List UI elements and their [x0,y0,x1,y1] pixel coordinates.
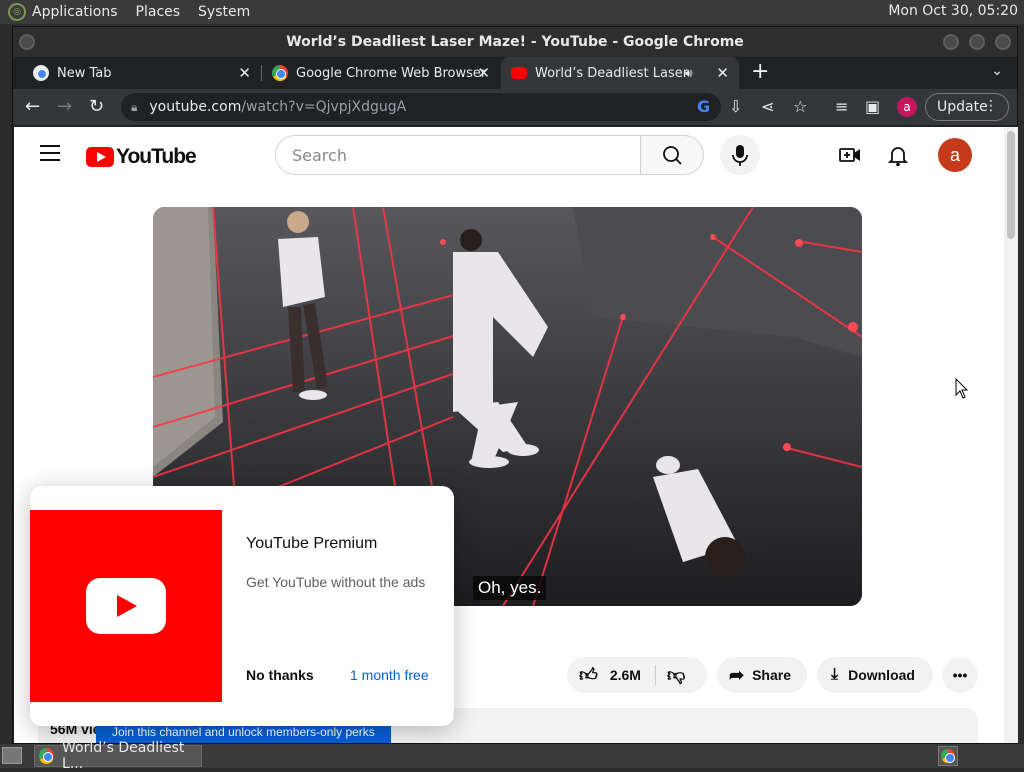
thumbs-down-icon[interactable]: 👎︎ [667,664,685,686]
hamburger-menu-icon[interactable] [40,145,60,166]
tab-label: New Tab [57,65,112,81]
page-scrollbar[interactable] [1004,127,1018,743]
chrome-logo-icon [33,65,49,81]
install-app-icon[interactable]: ⇩ [729,97,742,116]
workspace-switcher-icon[interactable] [938,746,958,766]
tab-strip: New Tab ✕ Google Chrome Web Browser ✕ Wo… [13,57,1017,89]
youtube-wordmark: YouTube [116,145,197,168]
search-button[interactable] [640,135,704,175]
youtube-play-icon [86,147,114,167]
share-icon[interactable]: ⋖ [761,97,774,116]
tab-search-chevron-icon[interactable]: ⌄ [991,63,1003,79]
close-tab-icon[interactable]: ✕ [477,64,490,82]
browser-toolbar: ← → ↻ 🔒︎ youtube.com/watch?v=QjvpjXdgugA… [13,89,1017,125]
download-icon: ⤓ [831,666,839,683]
download-label: Download [848,667,915,683]
one-month-free-button[interactable]: 1 month free [350,667,429,683]
side-panel-icon[interactable]: ▣ [865,97,880,116]
applications-menu[interactable]: Applications [32,4,118,20]
tab-label: World’s Deadliest Laser M [535,65,691,81]
chrome-window: World’s Deadliest Laser Maze! - YouTube … [12,26,1018,744]
scrollbar-thumb[interactable] [1007,131,1015,239]
google-lens-icon[interactable]: G [697,97,710,116]
youtube-premium-popup: YouTube Premium Get YouTube without the … [30,486,454,726]
omnibox[interactable]: 🔒︎ youtube.com/watch?v=QjvpjXdgugA [121,93,721,121]
new-tab-button[interactable]: + [751,61,769,83]
profile-avatar[interactable]: a [897,97,917,117]
close-tab-icon[interactable]: ✕ [716,64,729,82]
reload-icon[interactable]: ↻ [89,96,104,117]
like-count[interactable]: 2.6M [610,667,641,683]
like-divider [655,665,656,685]
thumbs-up-icon[interactable]: 👍︎ [579,664,598,686]
gnome-foot-icon[interactable]: ◎ [8,3,26,21]
window-titlebar[interactable]: World’s Deadliest Laser Maze! - YouTube … [13,27,1017,57]
share-arrow-icon: ➦ [729,664,745,685]
account-avatar[interactable]: a [938,138,972,172]
taskbar-window-label: World’s Deadliest L... [62,740,185,772]
show-desktop-icon[interactable] [2,747,22,764]
notifications-bell-icon[interactable] [886,143,910,167]
kebab-menu-icon[interactable]: ⋮ [984,98,998,114]
youtube-play-button-icon [86,578,166,634]
window-menu-button[interactable] [19,34,35,50]
download-button[interactable]: ⤓ Download [817,657,933,693]
speaker-icon[interactable]: 🔊︎ [685,66,693,81]
update-label: Update [937,99,988,115]
video-caption: Oh, yes. [473,576,547,600]
mouse-pointer-icon [955,378,969,399]
search-input[interactable]: Search [275,135,641,175]
url-text[interactable]: youtube.com/watch?v=QjvpjXdgugA [149,99,406,115]
tab-google-chrome-web-browser[interactable]: Google Chrome Web Browser ✕ [262,57,500,89]
microphone-icon [732,145,748,166]
premium-artwork [30,510,222,702]
chrome-logo-icon [272,65,288,81]
lock-icon[interactable]: 🔒︎ [131,100,137,115]
tab-new-tab[interactable]: New Tab ✕ [23,57,261,89]
create-video-icon[interactable] [838,143,862,167]
more-horizontal-icon: ••• [952,667,968,683]
update-button[interactable]: Update ⋮ [925,93,1009,121]
forward-arrow-icon[interactable]: → [57,96,72,117]
popup-title: YouTube Premium [246,535,378,552]
youtube-icon [511,67,527,79]
search-icon [663,146,682,165]
more-actions-button[interactable]: ••• [942,657,978,693]
chrome-logo-icon [941,749,955,763]
system-menu[interactable]: System [198,4,250,20]
back-arrow-icon[interactable]: ← [25,96,40,117]
share-button[interactable]: ➦ Share [717,657,807,693]
minimize-button[interactable] [943,34,959,50]
bottom-taskbar: World’s Deadliest L... [0,740,1024,772]
like-dislike-group: 👍︎ 2.6M 👎︎ [567,657,707,693]
close-window-button[interactable] [995,34,1011,50]
youtube-page: YouTube Search a Oh, yes. 👍︎ 2.6M 👎︎ ➦ S… [14,127,1004,743]
maximize-button[interactable] [969,34,985,50]
chrome-logo-icon [39,748,55,764]
window-title: World’s Deadliest Laser Maze! - YouTube … [286,34,744,50]
youtube-logo[interactable]: YouTube [86,145,197,169]
places-menu[interactable]: Places [136,4,181,20]
clock[interactable]: Mon Oct 30, 05:20 [888,3,1018,19]
close-tab-icon[interactable]: ✕ [238,64,251,82]
share-label: Share [752,667,792,683]
no-thanks-button[interactable]: No thanks [246,667,314,683]
top-panel: ◎ Applications Places System Mon Oct 30,… [0,0,1024,24]
bookmark-star-icon[interactable]: ☆ [793,97,807,116]
voice-search-button[interactable] [720,135,760,175]
popup-subtitle: Get YouTube without the ads [246,574,426,590]
media-queue-icon[interactable]: ≡ [835,97,848,116]
tab-label: Google Chrome Web Browser [296,65,487,81]
taskbar-window-button[interactable]: World’s Deadliest L... [34,740,202,772]
tab-youtube-video[interactable]: World’s Deadliest Laser M 🔊︎ ✕ [501,57,739,89]
